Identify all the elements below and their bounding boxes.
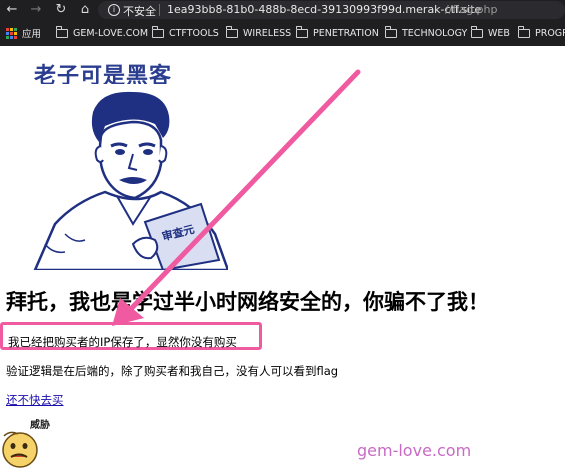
address-bar-row: ← → ↻ ⌂ i 不安全 1ea93bb8-81b0-488b-8ecd-39… [0,0,565,20]
back-arrow-icon[interactable]: ← [4,2,20,18]
bookmark-technology[interactable]: TECHNOLOGY [384,25,468,41]
url-divider [159,4,160,16]
bookmark-label: GEM-LOVE.COM [73,27,149,39]
forward-arrow-icon[interactable]: → [28,2,44,18]
bookmarks-bar: 应用 GEM-LOVE.COM CTFTOOLS WIRELESS PENETR… [0,22,565,44]
url-host[interactable]: 1ea93bb8-81b0-488b-8ecd-39130993f99d.mer… [167,3,481,16]
folder-icon [517,25,530,38]
info-icon[interactable]: i [108,4,120,16]
folder-icon [295,25,308,38]
bookmark-label: TECHNOLOGY [402,27,468,39]
bookmark-progr[interactable]: PROGR [517,25,565,41]
bookmark-label: CTFTOOLS [169,27,219,39]
folder-icon [151,25,164,38]
bookmark-web[interactable]: WEB [470,25,510,41]
home-icon[interactable]: ⌂ [77,2,93,18]
bookmark-apps[interactable]: 应用 [6,25,41,41]
verification-message: 验证逻辑是在后端的，除了购买者和我自己，没有人可以看到flag [6,364,339,378]
folder-icon [384,25,397,38]
folder-icon [225,25,238,38]
reload-icon[interactable]: ↻ [53,2,69,18]
bookmark-penetration[interactable]: PENETRATION [295,25,379,41]
sticker-caption: 威胁 [30,420,50,431]
url-path[interactable]: //flag.php [445,3,498,16]
bookmark-label: WEB [488,27,510,39]
hacker-meme-image: 审查元 [5,84,228,270]
buy-link[interactable]: 还不快去买 [6,392,64,408]
page-heading: 拜托，我也是学过半小时网络安全的，你骗不了我！ [6,290,489,314]
ip-saved-message: 我已经把购买者的IP保存了，显然你没有购买 [8,335,237,349]
bookmark-gem-love[interactable]: GEM-LOVE.COM [55,25,149,41]
bookmark-wireless[interactable]: WIRELESS [225,25,292,41]
insecure-label[interactable]: 不安全 [123,3,156,19]
bookmark-label: PROGR [535,27,565,39]
browser-chrome: ← → ↻ ⌂ i 不安全 1ea93bb8-81b0-488b-8ecd-39… [0,0,565,46]
apps-grid-icon [6,27,17,39]
folder-icon [470,25,483,38]
bookmark-label: PENETRATION [313,27,379,39]
watermark: gem-love.com [357,441,472,460]
bookmark-ctftools[interactable]: CTFTOOLS [151,25,219,41]
bookmark-label: 应用 [22,29,42,40]
bookmark-label: WIRELESS [243,27,292,39]
folder-icon [55,25,68,38]
